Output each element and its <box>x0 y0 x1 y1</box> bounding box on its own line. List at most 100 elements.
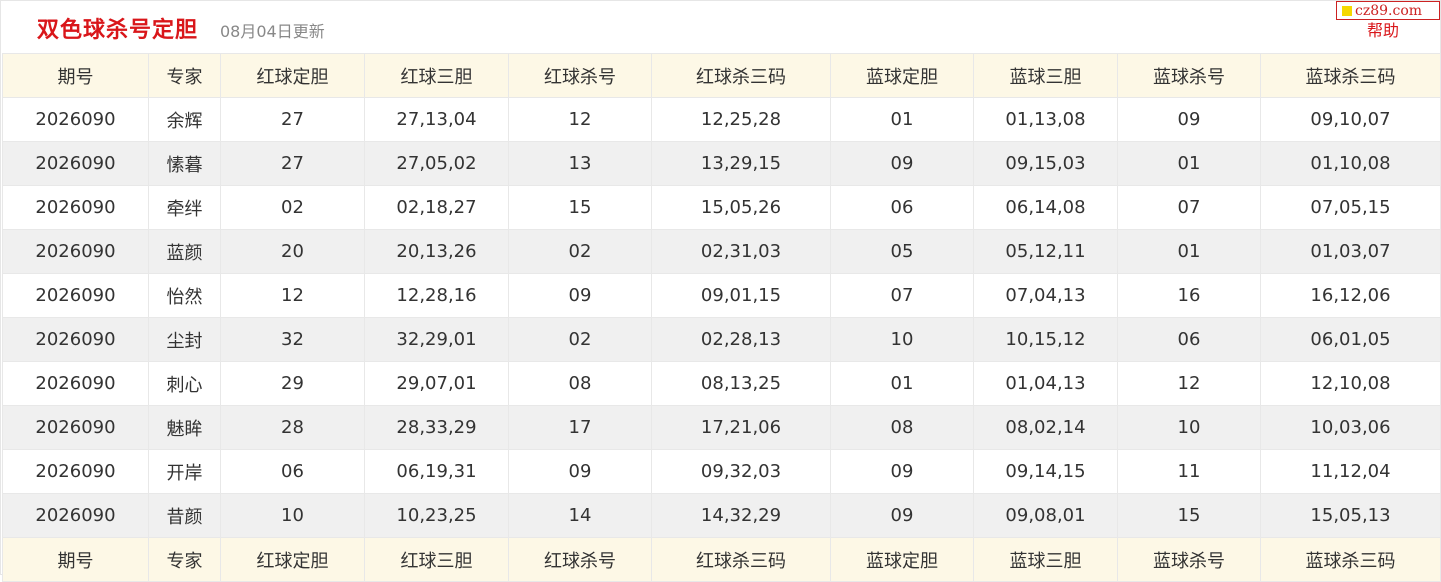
column-header: 红球定胆 <box>220 53 365 98</box>
help-link[interactable]: 帮助 <box>1367 17 1399 41</box>
table-cell: 07,05,15 <box>1260 185 1441 230</box>
table-cell: 27,13,04 <box>364 97 509 142</box>
page-header: 双色球杀号定胆 08月04日更新 cz89.com 帮助 <box>0 0 1441 53</box>
table-cell: 昔颜 <box>148 493 221 538</box>
table-cell: 20,13,26 <box>364 229 509 274</box>
table-cell: 蓝颜 <box>148 229 221 274</box>
update-date: 08月04日更新 <box>220 22 325 41</box>
table-row: 2026090 尘封 32 32,29,01 02 02,28,13 10 10,15,12 0… <box>2 317 1441 362</box>
table-cell: 14 <box>508 493 652 538</box>
table-cell: 01 <box>830 361 974 406</box>
table-cell: 02 <box>508 317 652 362</box>
column-header: 红球杀号 <box>508 53 652 98</box>
table-cell: 02 <box>508 229 652 274</box>
table-row: 2026090 魅眸 28 28,33,29 17 17,21,06 08 08,02,14 1… <box>2 405 1441 450</box>
table-cell: 09,14,15 <box>973 449 1118 494</box>
table-cell: 2026090 <box>2 185 149 230</box>
table-cell: 06,01,05 <box>1260 317 1441 362</box>
table-cell: 15 <box>1117 493 1261 538</box>
table-row: 2026090 昔颜 10 10,23,25 14 14,32,29 09 09,08,01 1… <box>2 493 1441 538</box>
table-cell: 2026090 <box>2 493 149 538</box>
column-header: 专家 <box>148 53 221 98</box>
column-header: 蓝球定胆 <box>830 53 974 98</box>
table-cell: 余辉 <box>148 97 221 142</box>
table-cell: 01,13,08 <box>973 97 1118 142</box>
table-row: 2026090 蓝颜 20 20,13,26 02 02,31,03 05 05,12,11 0… <box>2 229 1441 274</box>
table-cell: 牵绊 <box>148 185 221 230</box>
table-cell: 06,14,08 <box>973 185 1118 230</box>
table-cell: 06,19,31 <box>364 449 509 494</box>
table-cell: 10,03,06 <box>1260 405 1441 450</box>
table-cell: 2026090 <box>2 361 149 406</box>
table-cell: 尘封 <box>148 317 221 362</box>
table-cell: 怡然 <box>148 273 221 318</box>
table-cell: 27 <box>220 141 365 186</box>
table-row: 2026090 牵绊 02 02,18,27 15 15,05,26 06 06,14,08 0… <box>2 185 1441 230</box>
table-row: 2026090 怡然 12 12,28,16 09 09,01,15 07 07,04,13 1… <box>2 273 1441 318</box>
table-cell: 10 <box>1117 405 1261 450</box>
table-row: 2026090 开岸 06 06,19,31 09 09,32,03 09 09,14,15 1… <box>2 449 1441 494</box>
table-cell: 09,08,01 <box>973 493 1118 538</box>
table-cell: 28,33,29 <box>364 405 509 450</box>
table-cell: 12 <box>508 97 652 142</box>
table-cell: 32 <box>220 317 365 362</box>
table-row: 2026090 刺心 29 29,07,01 08 08,13,25 01 01,04,13 1… <box>2 361 1441 406</box>
table-cell: 01,10,08 <box>1260 141 1441 186</box>
table-cell: 16 <box>1117 273 1261 318</box>
table-cell: 07 <box>830 273 974 318</box>
kill-number-table: 期号 专家 红球定胆 红球三胆 红球杀号 红球杀三码 蓝球定胆 蓝球三胆 蓝球杀… <box>2 53 1441 582</box>
table-cell: 02,18,27 <box>364 185 509 230</box>
table-cell: 2026090 <box>2 229 149 274</box>
table-cell: 09 <box>508 273 652 318</box>
table-cell: 14,32,29 <box>651 493 831 538</box>
table-cell: 12 <box>220 273 365 318</box>
table-cell: 17,21,06 <box>651 405 831 450</box>
table-cell: 愫暮 <box>148 141 221 186</box>
table-row: 2026090 余辉 27 27,13,04 12 12,25,28 01 01,13,08 0… <box>2 97 1441 142</box>
logo-square-icon <box>1342 5 1352 16</box>
table-cell: 28 <box>220 405 365 450</box>
table-cell: 29 <box>220 361 365 406</box>
table-row: 2026090 愫暮 27 27,05,02 13 13,29,15 09 09,15,03 0… <box>2 141 1441 186</box>
table-cell: 09 <box>830 493 974 538</box>
table-cell: 09 <box>1117 97 1261 142</box>
table-cell: 10,23,25 <box>364 493 509 538</box>
table-cell: 08 <box>830 405 974 450</box>
table-cell: 01,03,07 <box>1260 229 1441 274</box>
table-cell: 08,02,14 <box>973 405 1118 450</box>
table-cell: 2026090 <box>2 141 149 186</box>
table-cell: 16,12,06 <box>1260 273 1441 318</box>
table-cell: 06 <box>830 185 974 230</box>
table-cell: 05,12,11 <box>973 229 1118 274</box>
table-cell: 01 <box>830 97 974 142</box>
table-cell: 27,05,02 <box>364 141 509 186</box>
table-cell: 11,12,04 <box>1260 449 1441 494</box>
column-header: 蓝球杀三码 <box>1260 53 1441 98</box>
table-cell: 17 <box>508 405 652 450</box>
table-cell: 01 <box>1117 229 1261 274</box>
table-cell: 10 <box>830 317 974 362</box>
table-cell: 2026090 <box>2 273 149 318</box>
table-cell: 02,28,13 <box>651 317 831 362</box>
table-cell: 12,28,16 <box>364 273 509 318</box>
table-cell: 15,05,26 <box>651 185 831 230</box>
table-cell: 魅眸 <box>148 405 221 450</box>
column-header: 红球杀三码 <box>651 53 831 98</box>
table-cell: 刺心 <box>148 361 221 406</box>
table-cell: 32,29,01 <box>364 317 509 362</box>
table-cell: 09 <box>830 449 974 494</box>
table-cell: 12,25,28 <box>651 97 831 142</box>
table-cell: 09,32,03 <box>651 449 831 494</box>
table-cell: 2026090 <box>2 405 149 450</box>
page-title: 双色球杀号定胆 <box>37 18 199 43</box>
column-header: 红球三胆 <box>364 53 509 98</box>
table-cell: 02 <box>220 185 365 230</box>
table-cell: 29,07,01 <box>364 361 509 406</box>
table-cell: 10,15,12 <box>973 317 1118 362</box>
table-cell: 13 <box>508 141 652 186</box>
table-cell: 15 <box>508 185 652 230</box>
table-cell: 2026090 <box>2 97 149 142</box>
table-cell: 15,05,13 <box>1260 493 1441 538</box>
table-cell: 11 <box>1117 449 1261 494</box>
table-cell: 12 <box>1117 361 1261 406</box>
